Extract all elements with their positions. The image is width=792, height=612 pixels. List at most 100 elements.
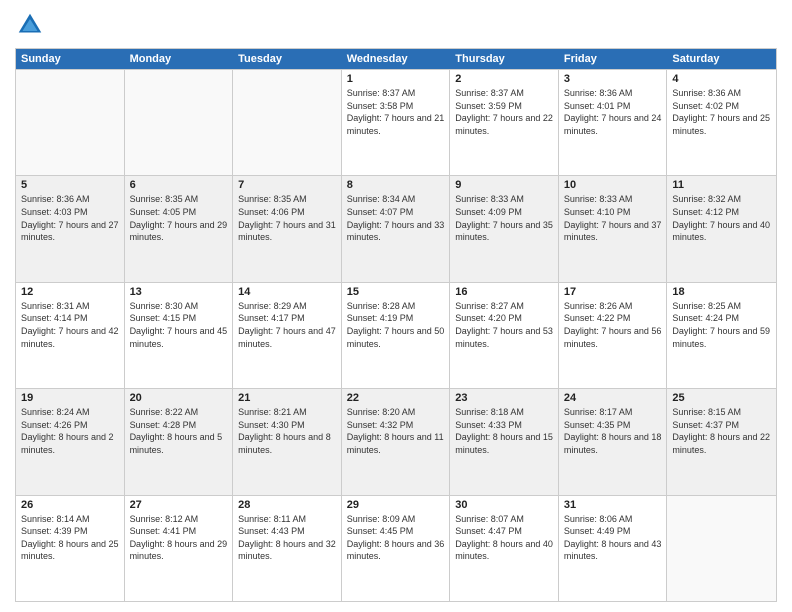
calendar-cell: 8 Sunrise: 8:34 AM Sunset: 4:07 PM Daylig… [342, 176, 451, 281]
day-number: 4 [672, 73, 771, 85]
day-number: 13 [130, 286, 228, 298]
cell-info: Sunrise: 8:18 AM Sunset: 4:33 PM Dayligh… [455, 406, 553, 456]
calendar-cell: 12Sunrise: 8:31 AM Sunset: 4:14 PM Dayli… [16, 283, 125, 388]
day-number: 16 [455, 286, 553, 298]
header [15, 10, 777, 40]
cell-info: Sunrise: 8:34 AM Sunset: 4:07 PM Dayligh… [347, 193, 445, 243]
calendar-cell: 28 Sunrise: 8:11 AM Sunset: 4:43 PM Dayli… [233, 496, 342, 601]
cell-info: Sunrise: 8:36 AM Sunset: 4:03 PM Dayligh… [21, 193, 119, 243]
calendar-cell: 20 Sunrise: 8:22 AM Sunset: 4:28 PM Dayli… [125, 389, 234, 494]
cell-info: Sunrise: 8:24 AM Sunset: 4:26 PM Dayligh… [21, 406, 119, 456]
calendar-cell: 24 Sunrise: 8:17 AM Sunset: 4:35 PM Dayli… [559, 389, 668, 494]
cell-info: Sunrise: 8:26 AM Sunset: 4:22 PM Dayligh… [564, 300, 662, 350]
calendar-cell [233, 70, 342, 175]
calendar-row: 19 Sunrise: 8:24 AM Sunset: 4:26 PM Dayli… [16, 388, 776, 494]
calendar-cell: 26 Sunrise: 8:14 AM Sunset: 4:39 PM Dayli… [16, 496, 125, 601]
day-number: 25 [672, 392, 771, 404]
day-number: 31 [564, 499, 662, 511]
day-number: 19 [21, 392, 119, 404]
day-number: 14 [238, 286, 336, 298]
day-number: 28 [238, 499, 336, 511]
calendar-cell: 29 Sunrise: 8:09 AM Sunset: 4:45 PM Dayli… [342, 496, 451, 601]
cell-info: Sunrise: 8:12 AM Sunset: 4:41 PM Dayligh… [130, 513, 228, 563]
calendar-cell: 1 Sunrise: 8:37 AM Sunset: 3:58 PM Daylig… [342, 70, 451, 175]
calendar-body: 1 Sunrise: 8:37 AM Sunset: 3:58 PM Daylig… [16, 69, 776, 601]
calendar-cell: 16 Sunrise: 8:27 AM Sunset: 4:20 PM Dayli… [450, 283, 559, 388]
calendar-cell: 4 Sunrise: 8:36 AM Sunset: 4:02 PM Daylig… [667, 70, 776, 175]
day-number: 8 [347, 179, 445, 191]
calendar-cell [667, 496, 776, 601]
day-number: 2 [455, 73, 553, 85]
calendar-cell: 9 Sunrise: 8:33 AM Sunset: 4:09 PM Daylig… [450, 176, 559, 281]
calendar-cell: 5 Sunrise: 8:36 AM Sunset: 4:03 PM Daylig… [16, 176, 125, 281]
cell-info: Sunrise: 8:33 AM Sunset: 4:09 PM Dayligh… [455, 193, 553, 243]
cell-info: Sunrise: 8:30 AM Sunset: 4:15 PM Dayligh… [130, 300, 228, 350]
cell-info: Sunrise: 8:22 AM Sunset: 4:28 PM Dayligh… [130, 406, 228, 456]
cell-info: Sunrise: 8:36 AM Sunset: 4:01 PM Dayligh… [564, 87, 662, 137]
day-number: 18 [672, 286, 771, 298]
calendar-cell: 6 Sunrise: 8:35 AM Sunset: 4:05 PM Daylig… [125, 176, 234, 281]
calendar-cell: 14 Sunrise: 8:29 AM Sunset: 4:17 PM Dayli… [233, 283, 342, 388]
day-number: 24 [564, 392, 662, 404]
day-number: 5 [21, 179, 119, 191]
calendar-cell: 31Sunrise: 8:06 AM Sunset: 4:49 PM Dayli… [559, 496, 668, 601]
cell-info: Sunrise: 8:14 AM Sunset: 4:39 PM Dayligh… [21, 513, 119, 563]
cell-info: Sunrise: 8:27 AM Sunset: 4:20 PM Dayligh… [455, 300, 553, 350]
day-number: 30 [455, 499, 553, 511]
cell-info: Sunrise: 8:36 AM Sunset: 4:02 PM Dayligh… [672, 87, 771, 137]
cell-info: Sunrise: 8:15 AM Sunset: 4:37 PM Dayligh… [672, 406, 771, 456]
calendar-cell: 11 Sunrise: 8:32 AM Sunset: 4:12 PM Dayli… [667, 176, 776, 281]
calendar-cell: 10Sunrise: 8:33 AM Sunset: 4:10 PM Dayli… [559, 176, 668, 281]
day-number: 3 [564, 73, 662, 85]
cell-info: Sunrise: 8:32 AM Sunset: 4:12 PM Dayligh… [672, 193, 771, 243]
cell-info: Sunrise: 8:35 AM Sunset: 4:05 PM Dayligh… [130, 193, 228, 243]
calendar-cell [125, 70, 234, 175]
calendar-cell: 27Sunrise: 8:12 AM Sunset: 4:41 PM Dayli… [125, 496, 234, 601]
day-number: 17 [564, 286, 662, 298]
day-number: 7 [238, 179, 336, 191]
day-number: 23 [455, 392, 553, 404]
calendar-cell: 13 Sunrise: 8:30 AM Sunset: 4:15 PM Dayli… [125, 283, 234, 388]
calendar-cell: 7 Sunrise: 8:35 AM Sunset: 4:06 PM Daylig… [233, 176, 342, 281]
cell-info: Sunrise: 8:29 AM Sunset: 4:17 PM Dayligh… [238, 300, 336, 350]
day-number: 20 [130, 392, 228, 404]
cell-info: Sunrise: 8:37 AM Sunset: 3:58 PM Dayligh… [347, 87, 445, 137]
day-number: 29 [347, 499, 445, 511]
day-number: 9 [455, 179, 553, 191]
cell-info: Sunrise: 8:09 AM Sunset: 4:45 PM Dayligh… [347, 513, 445, 563]
cell-info: Sunrise: 8:37 AM Sunset: 3:59 PM Dayligh… [455, 87, 553, 137]
header-day: Monday [125, 49, 234, 69]
header-day: Wednesday [342, 49, 451, 69]
calendar-cell: 15Sunrise: 8:28 AM Sunset: 4:19 PM Dayli… [342, 283, 451, 388]
logo [15, 10, 51, 40]
calendar-cell: 25 Sunrise: 8:15 AM Sunset: 4:37 PM Dayli… [667, 389, 776, 494]
cell-info: Sunrise: 8:11 AM Sunset: 4:43 PM Dayligh… [238, 513, 336, 563]
page: SundayMondayTuesdayWednesdayThursdayFrid… [0, 0, 792, 612]
calendar-cell: 3 Sunrise: 8:36 AM Sunset: 4:01 PM Daylig… [559, 70, 668, 175]
day-number: 26 [21, 499, 119, 511]
calendar-cell: 17 Sunrise: 8:26 AM Sunset: 4:22 PM Dayli… [559, 283, 668, 388]
header-day: Sunday [16, 49, 125, 69]
cell-info: Sunrise: 8:07 AM Sunset: 4:47 PM Dayligh… [455, 513, 553, 563]
cell-info: Sunrise: 8:17 AM Sunset: 4:35 PM Dayligh… [564, 406, 662, 456]
day-number: 1 [347, 73, 445, 85]
day-number: 6 [130, 179, 228, 191]
day-number: 21 [238, 392, 336, 404]
cell-info: Sunrise: 8:21 AM Sunset: 4:30 PM Dayligh… [238, 406, 336, 456]
cell-info: Sunrise: 8:35 AM Sunset: 4:06 PM Dayligh… [238, 193, 336, 243]
logo-icon [15, 10, 45, 40]
cell-info: Sunrise: 8:25 AM Sunset: 4:24 PM Dayligh… [672, 300, 771, 350]
calendar-row: 26 Sunrise: 8:14 AM Sunset: 4:39 PM Dayli… [16, 495, 776, 601]
header-day: Friday [559, 49, 668, 69]
calendar-cell [16, 70, 125, 175]
calendar-cell: 18 Sunrise: 8:25 AM Sunset: 4:24 PM Dayli… [667, 283, 776, 388]
cell-info: Sunrise: 8:33 AM Sunset: 4:10 PM Dayligh… [564, 193, 662, 243]
calendar-header: SundayMondayTuesdayWednesdayThursdayFrid… [16, 49, 776, 69]
calendar: SundayMondayTuesdayWednesdayThursdayFrid… [15, 48, 777, 602]
day-number: 15 [347, 286, 445, 298]
day-number: 22 [347, 392, 445, 404]
calendar-cell: 19 Sunrise: 8:24 AM Sunset: 4:26 PM Dayli… [16, 389, 125, 494]
day-number: 11 [672, 179, 771, 191]
cell-info: Sunrise: 8:31 AM Sunset: 4:14 PM Dayligh… [21, 300, 119, 350]
calendar-cell: 21 Sunrise: 8:21 AM Sunset: 4:30 PM Dayli… [233, 389, 342, 494]
